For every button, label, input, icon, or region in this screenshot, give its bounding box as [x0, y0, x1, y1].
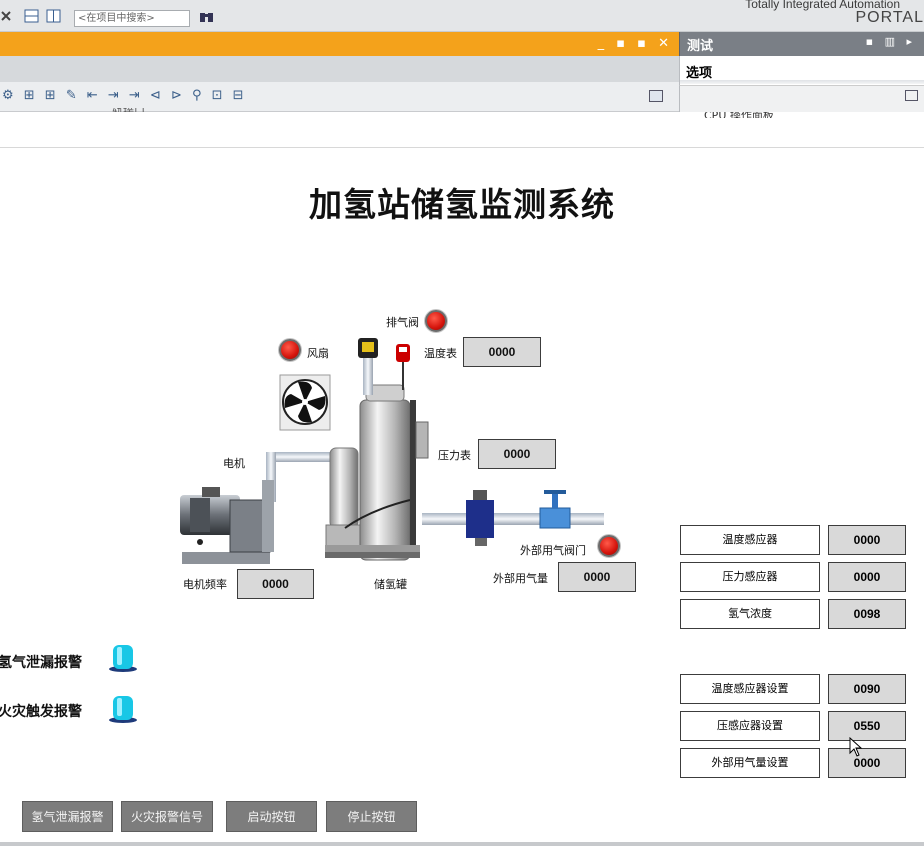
h2-leak-alarm-lamp-icon — [109, 645, 137, 672]
motor-freq-label: 电机频率 — [183, 578, 227, 591]
pressure-sensor-icon — [415, 421, 429, 459]
setting-label-flow: 外部用气量设置 — [680, 748, 820, 778]
sensor-label-pressure: 压力感应器 — [680, 562, 820, 592]
task-card-controls[interactable]: ▪ ▥ ▸ — [866, 35, 916, 48]
split-horizontal-icon[interactable] — [24, 8, 40, 24]
exhaust-valve-icon — [358, 338, 378, 358]
setting-label-temp: 温度感应器设置 — [680, 674, 820, 704]
fire-alarm-signal-button[interactable]: 火灾报警信号 — [121, 801, 213, 832]
options-heading: 选项 — [686, 66, 713, 81]
start-button[interactable]: 启动按钮 — [226, 801, 317, 832]
ext-flow-label: 外部用气量 — [493, 572, 548, 585]
sensor-label-temp: 温度感应器 — [680, 525, 820, 555]
outlet-pipe — [422, 513, 604, 525]
motor-freq-field[interactable]: 0000 — [237, 569, 314, 599]
close-x-icon[interactable] — [0, 8, 16, 24]
split-vertical-icon[interactable] — [46, 8, 62, 24]
task-card-options: 选项 — [679, 56, 924, 86]
mouse-cursor-icon — [849, 737, 863, 757]
fan-lamp — [279, 339, 301, 361]
sensor-label-h2: 氢气浓度 — [680, 599, 820, 629]
task-card-toolbar — [679, 86, 924, 112]
status-strip — [0, 842, 924, 846]
setting-value-flow[interactable]: 0000 — [828, 748, 906, 778]
exhaust-valve-lamp — [425, 310, 447, 332]
h2-leak-alarm-button[interactable]: 氢气泄漏报警 — [22, 801, 113, 832]
panel-toggle-icon[interactable] — [905, 90, 918, 101]
top-toolbar: <在项目中搜索> Totally Integrated Automation P… — [0, 0, 924, 32]
h2-leak-alarm-label: 氢气泄漏报警 — [0, 655, 82, 671]
editor-toolbar: ⚙ ⊞ ⊞ ✎ ⇤ ⇥ ⇥ ⊲ ⊳ ⚲ ⊡ ⊟ — [0, 82, 679, 112]
setting-value-pressure[interactable]: 0550 — [828, 711, 906, 741]
window-controls[interactable]: _ ▪ ▪ ✕ — [598, 36, 673, 51]
layout-toggle-icon[interactable] — [649, 90, 663, 102]
cpu-panel-label: CPU 操作面板 — [704, 112, 774, 118]
options-divider — [680, 80, 924, 84]
pressure-gauge-label: 压力表 — [438, 449, 471, 462]
temp-gauge-field[interactable]: 0000 — [463, 337, 541, 367]
editor-tool-icons[interactable]: ⚙ ⊞ ⊞ ✎ ⇤ ⇥ ⇥ ⊲ ⊳ ⚲ ⊡ ⊟ — [2, 88, 247, 103]
fan-icon — [279, 374, 331, 431]
flow-meter-icon — [466, 490, 494, 546]
ext-valve-label: 外部用气阀门 — [520, 544, 586, 557]
fire-alarm-label: 火灾触发报警 — [0, 704, 82, 720]
gate-valve-icon — [539, 490, 571, 529]
task-card-header: 测试 ▪ ▥ ▸ — [679, 32, 924, 56]
motor-label: 电机 — [223, 457, 245, 470]
page-title: 加氢站储氢监测系统 — [309, 185, 615, 224]
brand-line-2: PORTAL — [855, 9, 924, 26]
pressure-gauge-field[interactable]: 0000 — [478, 439, 556, 469]
buffer-tank-icon — [325, 447, 363, 548]
editor-separator — [0, 112, 924, 148]
editor-subbar — [0, 56, 679, 82]
project-search-input[interactable]: <在项目中搜索> — [74, 10, 190, 27]
sensor-value-h2[interactable]: 0098 — [828, 599, 906, 629]
motor-icon — [180, 480, 274, 564]
thermometer-icon — [396, 344, 410, 390]
tank-label: 储氢罐 — [374, 578, 407, 591]
stop-button[interactable]: 停止按钮 — [326, 801, 417, 832]
ext-valve-lamp — [598, 535, 620, 557]
pipe-segment — [363, 355, 373, 395]
fan-label: 风扇 — [307, 347, 329, 360]
pipe-segment — [266, 452, 336, 462]
editor-title-bar: _ ▪ ▪ ✕ — [0, 32, 679, 56]
setting-value-temp[interactable]: 0090 — [828, 674, 906, 704]
sensor-value-pressure[interactable]: 0000 — [828, 562, 906, 592]
exhaust-valve-label: 排气阀 — [386, 316, 419, 329]
ext-flow-field[interactable]: 0000 — [558, 562, 636, 592]
fire-alarm-lamp-icon — [109, 696, 137, 723]
task-card-title: 测试 — [687, 39, 714, 54]
temp-gauge-label: 温度表 — [424, 347, 457, 360]
setting-label-pressure: 压感应器设置 — [680, 711, 820, 741]
binoculars-icon[interactable] — [198, 8, 216, 24]
sensor-value-temp[interactable]: 0000 — [828, 525, 906, 555]
